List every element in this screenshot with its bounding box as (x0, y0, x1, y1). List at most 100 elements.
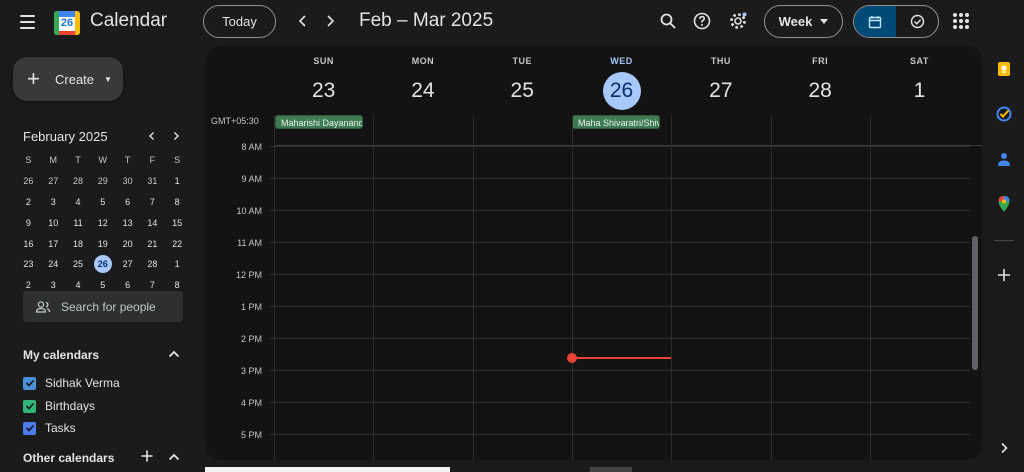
mini-day[interactable]: 27 (41, 171, 66, 192)
mini-calendar-week: 2 3 4 5 6 7 8 (16, 192, 190, 213)
today-button[interactable]: Today (203, 5, 276, 38)
day-number[interactable]: 28 (801, 72, 839, 110)
search-icon (660, 13, 676, 29)
calendar-item-birthdays[interactable]: Birthdays (23, 398, 95, 414)
scrollbar[interactable] (972, 236, 978, 370)
tasks-view-toggle[interactable] (896, 6, 938, 37)
mini-day[interactable]: 1 (165, 254, 190, 275)
create-button[interactable]: + Create ▼ (13, 57, 123, 101)
all-day-event[interactable]: Maharishi Dayanand Saraswati Jayanti (275, 115, 363, 129)
menu-icon[interactable] (17, 12, 41, 32)
day-header-wed[interactable]: WED 26 (572, 46, 671, 116)
mini-day[interactable]: 4 (66, 192, 91, 213)
mini-day[interactable]: 31 (140, 171, 165, 192)
day-header-sun[interactable]: SUN 23 (274, 46, 373, 116)
mini-day[interactable]: 25 (66, 254, 91, 275)
mini-day[interactable]: 28 (66, 171, 91, 192)
mini-day[interactable]: 7 (140, 192, 165, 213)
check-icon (25, 424, 34, 432)
taskbar-segment (590, 467, 632, 472)
mini-day[interactable]: 12 (90, 212, 115, 233)
view-selector-button[interactable]: Week (764, 5, 843, 38)
people-icon (35, 300, 51, 313)
expand-side-panel-button[interactable] (994, 438, 1014, 458)
mini-day[interactable]: 29 (90, 171, 115, 192)
calendar-view-toggle[interactable] (854, 6, 896, 37)
search-people-input[interactable]: Search for people (23, 291, 183, 322)
previous-week-button[interactable] (292, 10, 314, 32)
mini-day[interactable]: 17 (41, 233, 66, 254)
calendar-logo-icon[interactable]: 26 (54, 8, 80, 35)
checkbox[interactable] (23, 421, 36, 435)
day-number[interactable]: 1 (900, 72, 938, 110)
day-header-sat[interactable]: SAT 1 (870, 46, 969, 116)
help-button[interactable] (691, 10, 713, 32)
mini-day[interactable]: 27 (115, 254, 140, 275)
mini-day[interactable]: 11 (66, 212, 91, 233)
day-number[interactable]: 25 (503, 72, 541, 110)
mini-day[interactable]: 9 (16, 212, 41, 233)
apps-grid-icon[interactable] (952, 12, 970, 30)
mini-day[interactable]: 5 (90, 192, 115, 213)
calendar-name: Sidhak Verma (45, 376, 120, 390)
mini-day[interactable]: 24 (41, 254, 66, 275)
app-title[interactable]: Calendar (90, 10, 167, 32)
view-selector-label: Week (778, 14, 813, 29)
chevron-up-icon[interactable] (167, 347, 181, 361)
calendar-item-tasks[interactable]: Tasks (23, 420, 76, 436)
mini-day-today[interactable]: 26 (90, 254, 115, 275)
calendar-icon (868, 15, 882, 28)
mini-calendar-prev[interactable] (145, 128, 159, 144)
mini-day[interactable]: 3 (41, 192, 66, 213)
day-number-today[interactable]: 26 (602, 72, 641, 110)
day-number[interactable]: 27 (702, 72, 740, 110)
mini-day[interactable]: 18 (66, 233, 91, 254)
mini-day[interactable]: 28 (140, 254, 165, 275)
day-header-tue[interactable]: TUE 25 (473, 46, 572, 116)
chevron-left-icon (149, 132, 154, 140)
search-button[interactable] (657, 10, 679, 32)
mini-day[interactable]: 16 (16, 233, 41, 254)
mini-calendar-week: 26 27 28 29 30 31 1 (16, 171, 190, 192)
mini-day[interactable]: 6 (115, 192, 140, 213)
mini-day[interactable]: 2 (16, 192, 41, 213)
mini-day[interactable]: 13 (115, 212, 140, 233)
chevron-up-icon[interactable] (167, 450, 181, 464)
mini-day[interactable]: 15 (165, 212, 190, 233)
hour-label: 11 AM (237, 238, 262, 248)
mini-day[interactable]: 14 (140, 212, 165, 233)
contacts-icon[interactable] (994, 149, 1014, 169)
day-header-thu[interactable]: THU 27 (671, 46, 770, 116)
grid-line (270, 274, 970, 275)
plus-icon[interactable] (140, 449, 154, 463)
mini-day[interactable]: 22 (165, 233, 190, 254)
mini-day[interactable]: 1 (165, 171, 190, 192)
keep-icon[interactable] (994, 59, 1014, 79)
mini-day[interactable]: 10 (41, 212, 66, 233)
calendar-item-sidhak-verma[interactable]: Sidhak Verma (23, 375, 120, 391)
mini-day[interactable]: 20 (115, 233, 140, 254)
mini-day[interactable]: 8 (165, 192, 190, 213)
tasks-icon[interactable] (994, 104, 1014, 124)
next-week-button[interactable] (319, 10, 341, 32)
day-number[interactable]: 23 (305, 72, 343, 110)
checkbox[interactable] (23, 399, 36, 413)
grid-line (270, 210, 970, 211)
chevron-left-icon (298, 15, 306, 27)
my-calendars-header[interactable]: My calendars (23, 348, 99, 362)
mini-day[interactable]: 23 (16, 254, 41, 275)
bottom-strip (0, 463, 1024, 472)
mini-day[interactable]: 19 (90, 233, 115, 254)
mini-day[interactable]: 26 (16, 171, 41, 192)
checkbox[interactable] (23, 376, 36, 390)
day-number[interactable]: 24 (404, 72, 442, 110)
add-addon-button[interactable] (994, 265, 1014, 285)
settings-button[interactable] (727, 10, 749, 32)
mini-calendar-next[interactable] (169, 128, 183, 144)
mini-day[interactable]: 21 (140, 233, 165, 254)
day-header-fri[interactable]: FRI 28 (771, 46, 870, 116)
maps-icon[interactable] (994, 194, 1014, 214)
all-day-event[interactable]: Maha Shivaratri/Shivaratri (572, 115, 660, 129)
mini-day[interactable]: 30 (115, 171, 140, 192)
day-header-mon[interactable]: MON 24 (373, 46, 472, 116)
